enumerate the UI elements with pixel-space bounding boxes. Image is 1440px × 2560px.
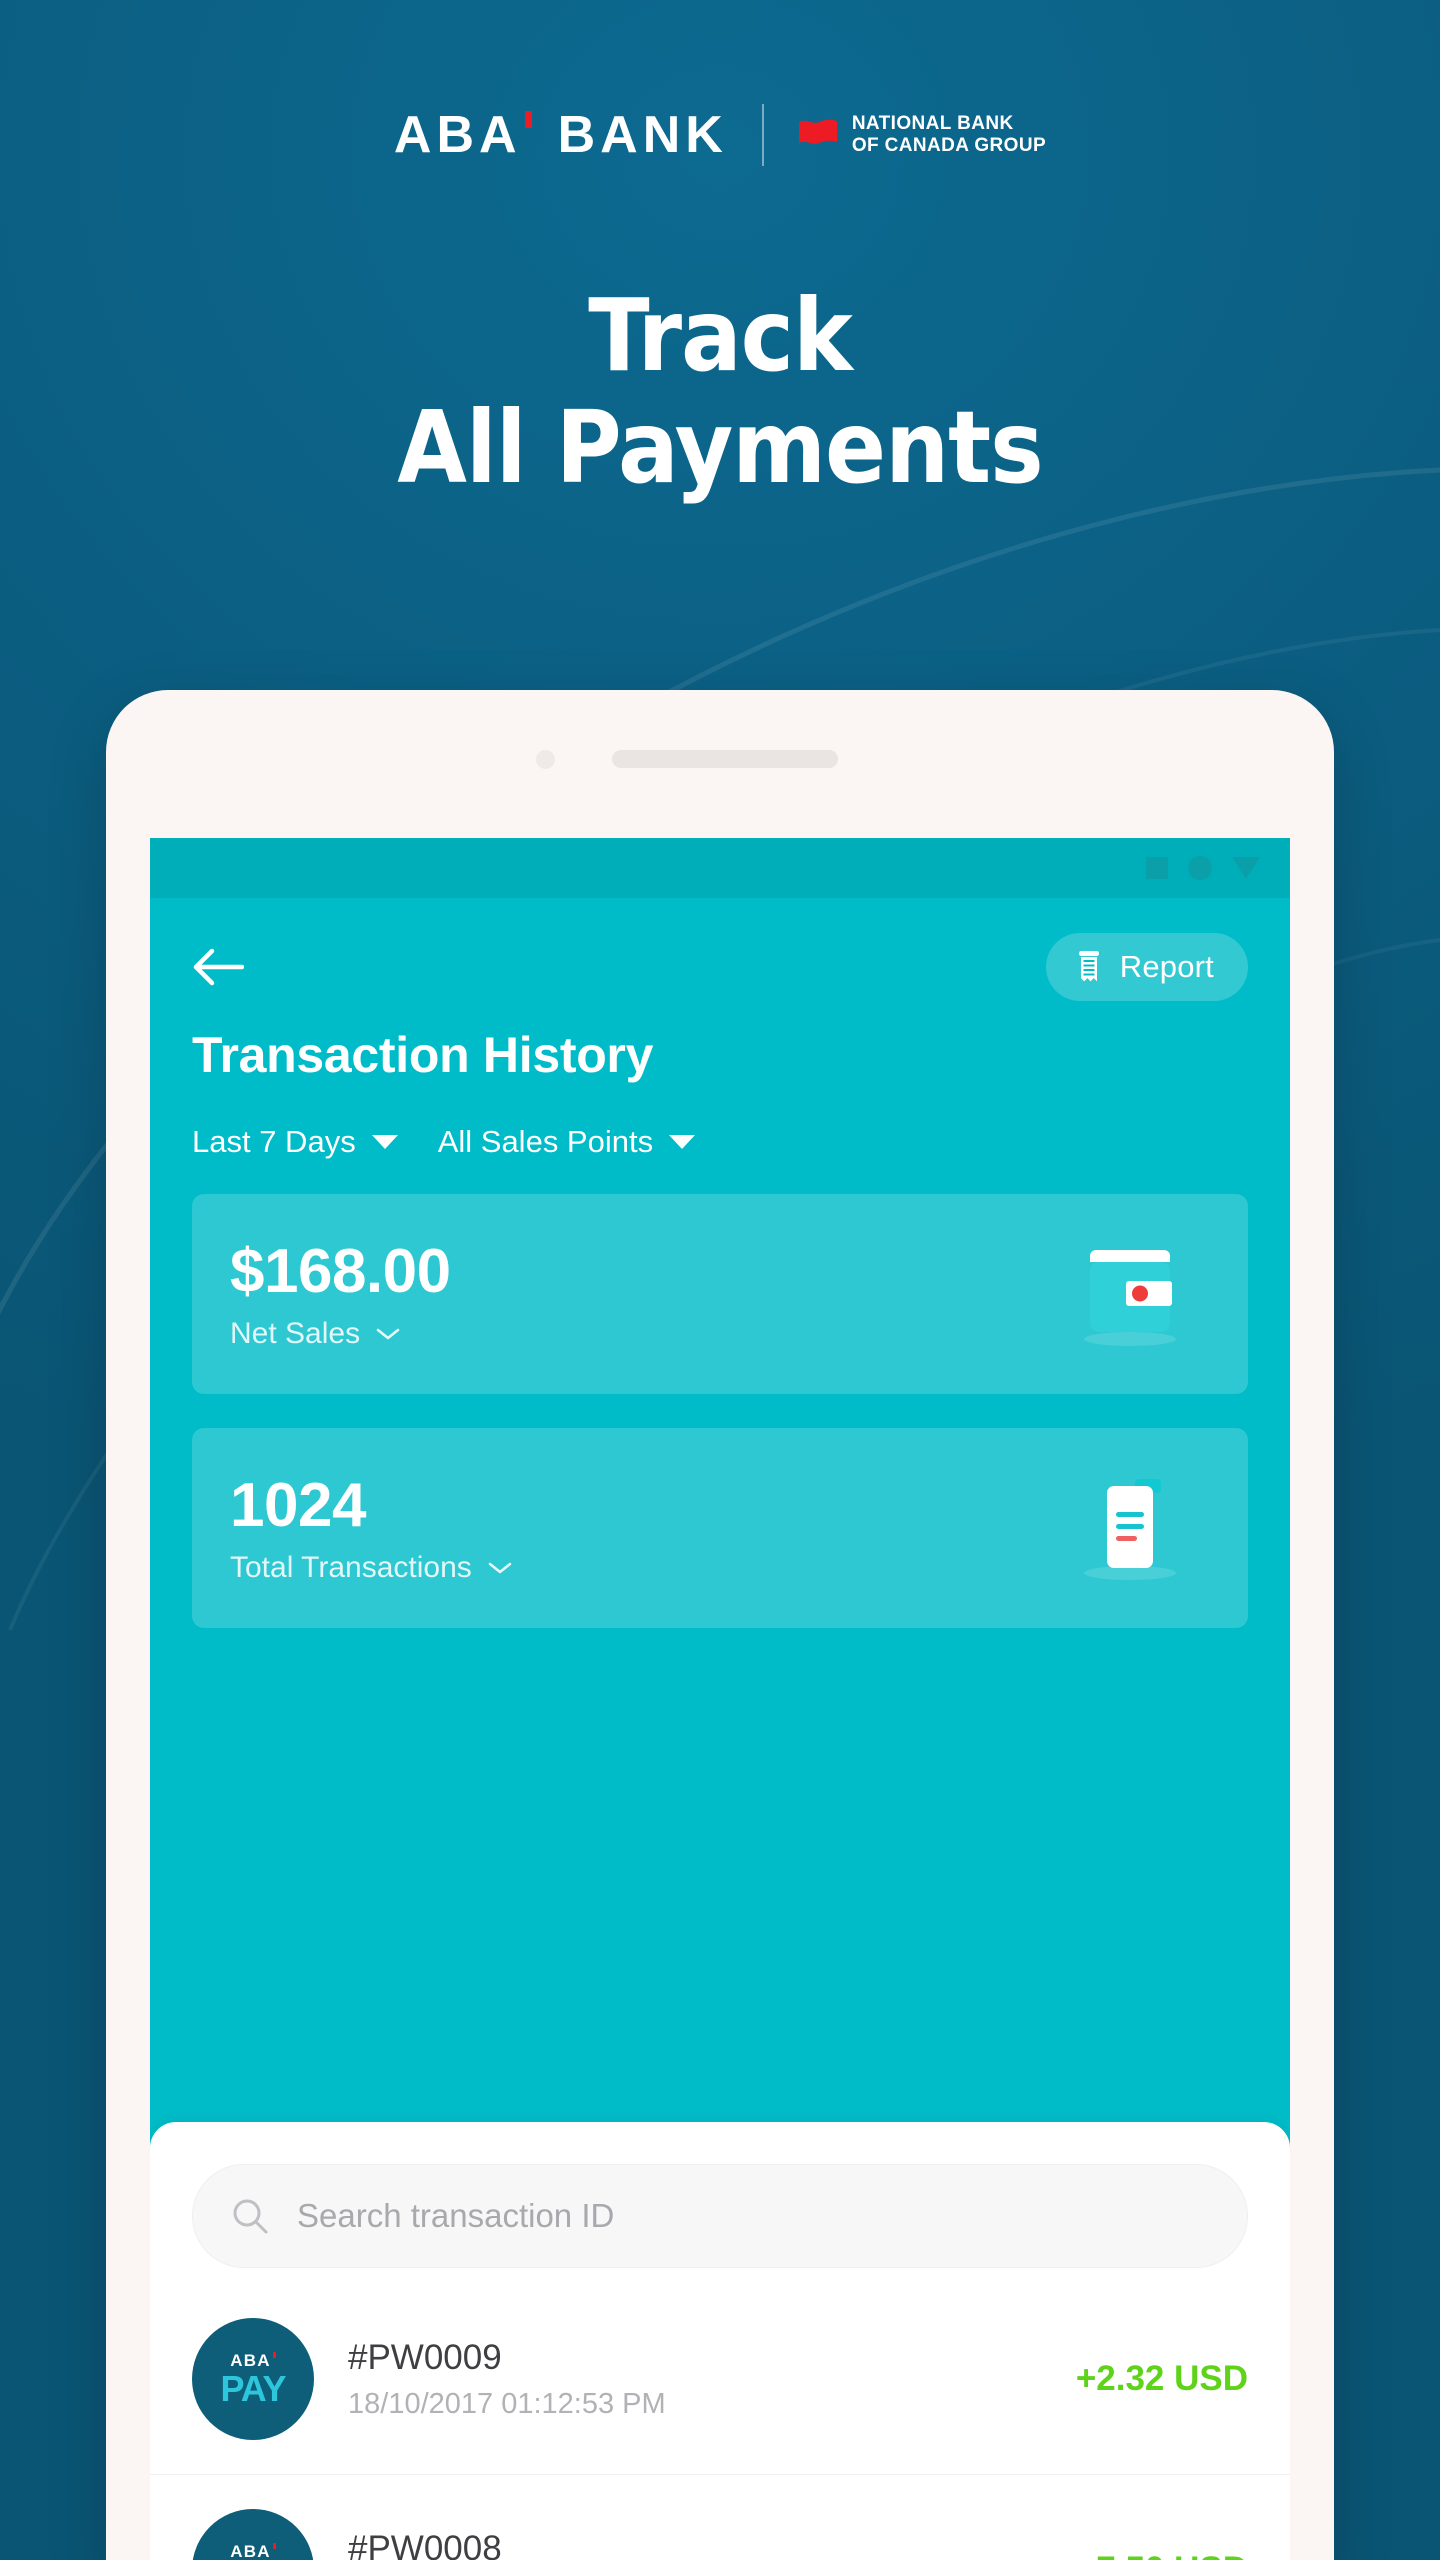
receipt-icon <box>1084 1478 1176 1580</box>
red-flag-icon <box>798 119 837 144</box>
search-icon <box>233 2199 268 2234</box>
net-sales-value: $168.00 <box>230 1237 451 1307</box>
nbc-line-1: NATIONAL BANK <box>851 112 1014 134</box>
page-headline: Track All Payments <box>0 280 1440 504</box>
chevron-down-icon <box>488 1562 512 1573</box>
stat-card-net-sales[interactable]: $168.00 Net Sales <box>192 1194 1248 1394</box>
transaction-date: 18/10/2017 01:12:53 PM <box>348 2387 666 2420</box>
bank-wordmark: BANK <box>557 106 728 164</box>
avatar-red-tick-icon <box>272 2351 276 2358</box>
headline-line-2: All Payments <box>397 389 1043 506</box>
chevron-down-icon <box>376 1328 400 1339</box>
filter-sales-points-label: All Sales Points <box>437 1124 654 1159</box>
phone-screen: Report Transaction History Last 7 Days A… <box>150 838 1290 2560</box>
receipt-icon-wrap <box>1074 1472 1186 1587</box>
aba-bank-logo: ABA BANK <box>394 109 728 161</box>
square-icon <box>1146 857 1168 879</box>
filter-row: Last 7 Days All Sales Points <box>192 1124 1248 1160</box>
stat-card-total-transactions[interactable]: 1024 Total Transactions <box>192 1428 1248 1628</box>
avatar-pay-text: PAY <box>220 2367 286 2409</box>
avatar: ABA PAY <box>192 2509 314 2560</box>
caret-down-icon <box>371 1135 398 1149</box>
report-button[interactable]: Report <box>1045 933 1248 1001</box>
net-sales-label-row[interactable]: Net Sales <box>230 1317 451 1351</box>
transaction-details: #PW0009 18/10/2017 01:12:53 PM <box>348 2338 1042 2421</box>
app-hero-section: Report Transaction History Last 7 Days A… <box>150 898 1290 1664</box>
brand-header: ABA BANK NATIONAL BANK OF CANADA GROUP <box>0 104 1440 166</box>
national-bank-logo: NATIONAL BANK OF CANADA GROUP <box>798 113 1046 158</box>
national-bank-text: NATIONAL BANK OF CANADA GROUP <box>852 113 1046 158</box>
caret-down-icon <box>669 1135 696 1149</box>
net-sales-label: Net Sales <box>230 1316 361 1350</box>
filter-date-range-label: Last 7 Days <box>192 1124 356 1159</box>
filter-sales-points[interactable]: All Sales Points <box>437 1124 696 1160</box>
front-camera-icon <box>536 750 555 769</box>
transaction-id: #PW0009 <box>348 2337 502 2377</box>
circle-icon <box>1188 856 1212 880</box>
search-input[interactable]: Search transaction ID <box>192 2164 1248 2268</box>
filter-date-range[interactable]: Last 7 Days <box>192 1124 398 1160</box>
promo-page: ABA BANK NATIONAL BANK OF CANADA GROUP T… <box>0 0 1440 2560</box>
back-arrow-icon[interactable] <box>192 947 244 987</box>
avatar-aba-text: ABA <box>230 2351 276 2369</box>
stat-card-text: $168.00 Net Sales <box>230 1239 451 1350</box>
report-button-label: Report <box>1119 949 1214 984</box>
aba-wordmark: ABA <box>393 106 522 164</box>
transaction-amount: +7.50 USD <box>1076 2550 1248 2560</box>
avatar: ABA PAY <box>192 2318 314 2440</box>
receipt-scroll-icon <box>1078 951 1099 982</box>
total-transactions-label: Total Transactions <box>230 1550 472 1584</box>
search-section: Search transaction ID <box>150 2122 1290 2268</box>
brand-divider <box>761 104 764 166</box>
search-placeholder: Search transaction ID <box>297 2197 615 2234</box>
wallet-icon <box>1084 1249 1176 1346</box>
table-row[interactable]: ABA PAY #PW0009 18/10/2017 01:12:53 PM +… <box>150 2284 1290 2475</box>
phone-mockup: Report Transaction History Last 7 Days A… <box>106 690 1334 2560</box>
avatar-aba-text: ABA <box>230 2542 276 2560</box>
aba-red-tick-icon <box>524 111 532 128</box>
status-bar <box>150 838 1290 898</box>
transaction-list: ABA PAY #PW0009 18/10/2017 01:12:53 PM +… <box>150 2284 1290 2560</box>
wallet-icon-wrap <box>1074 1238 1186 1353</box>
earpiece-speaker <box>612 750 838 768</box>
avatar-red-tick-icon <box>272 2542 276 2549</box>
stat-card-text: 1024 Total Transactions <box>230 1473 512 1584</box>
transaction-id: #PW0008 <box>348 2528 502 2560</box>
table-row[interactable]: ABA PAY #PW0008 18/10/2017 01:12:53 PM +… <box>150 2475 1290 2560</box>
total-transactions-label-row[interactable]: Total Transactions <box>230 1551 512 1585</box>
app-top-bar: Report <box>192 898 1248 1002</box>
transaction-amount: +2.32 USD <box>1075 2359 1248 2398</box>
total-transactions-value: 1024 <box>230 1471 366 1541</box>
triangle-down-icon <box>1232 857 1260 879</box>
phone-bezel-top <box>106 690 1334 838</box>
transaction-details: #PW0008 18/10/2017 01:12:53 PM <box>348 2529 1042 2560</box>
transaction-list-sheet: Search transaction ID ABA PAY #PW0009 18… <box>150 2122 1290 2560</box>
nbc-line-2: OF CANADA GROUP <box>851 135 1047 156</box>
headline-line-1: Track <box>588 277 853 394</box>
page-title: Transaction History <box>192 1027 654 1083</box>
